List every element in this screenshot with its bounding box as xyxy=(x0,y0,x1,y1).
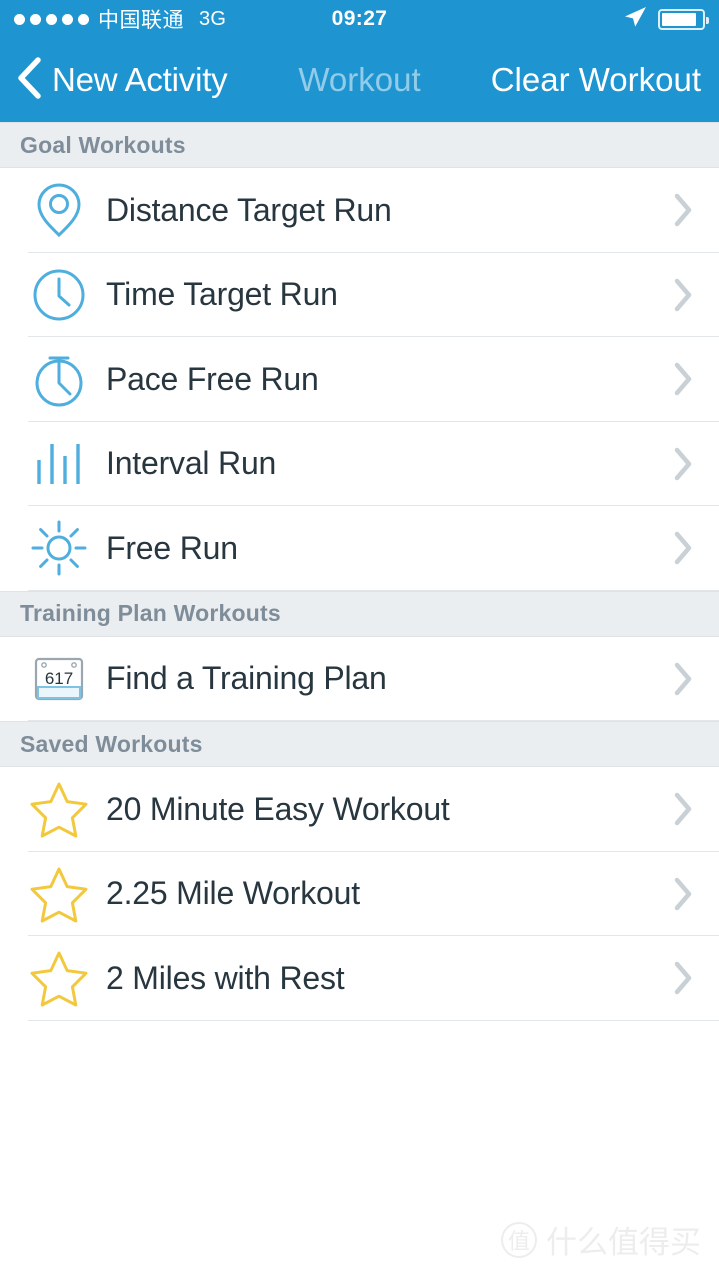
chevron-right-icon xyxy=(673,193,693,227)
star-icon xyxy=(28,949,90,1007)
watermark-text: 什么值得买 xyxy=(546,1225,701,1261)
goal-workouts-list: Distance Target Run Time Target Run Pace… xyxy=(0,168,719,591)
list-item-find-a-training-plan[interactable]: 617 Find a Training Plan xyxy=(0,636,719,721)
list-item-label: 2.25 Mile Workout xyxy=(106,875,360,912)
list-item-label: Interval Run xyxy=(106,445,277,482)
list-item-20-minute-easy-workout[interactable]: 20 Minute Easy Workout xyxy=(0,767,719,852)
calendar-day-number: 617 xyxy=(45,669,73,688)
chevron-right-icon xyxy=(673,362,693,396)
calendar-icon: 617 xyxy=(28,653,90,705)
clock-icon xyxy=(28,267,90,323)
status-bar-clock: 09:27 xyxy=(331,7,388,30)
chevron-right-icon xyxy=(673,662,693,696)
list-item-label: Pace Free Run xyxy=(106,360,319,397)
star-icon xyxy=(28,780,90,838)
list-item-interval-run[interactable]: Interval Run xyxy=(0,421,719,506)
navigation-bar: New Activity Workout Clear Workout xyxy=(0,38,719,122)
map-pin-icon xyxy=(28,181,90,239)
stopwatch-icon xyxy=(28,349,90,409)
list-item-distance-target-run[interactable]: Distance Target Run xyxy=(0,168,719,253)
interval-bars-icon xyxy=(28,438,90,490)
list-item-label: Find a Training Plan xyxy=(106,660,387,697)
status-bar: 中国联通 3G 09:27 xyxy=(0,0,719,38)
section-header-training-plan-workouts: Training Plan Workouts xyxy=(0,590,719,637)
list-item-2-25-mile-workout[interactable]: 2.25 Mile Workout xyxy=(0,851,719,936)
location-arrow-icon xyxy=(622,4,648,35)
list-item-label: 2 Miles with Rest xyxy=(106,959,345,996)
back-button[interactable]: New Activity xyxy=(0,56,228,105)
list-item-label: Distance Target Run xyxy=(106,191,392,228)
chevron-left-icon xyxy=(14,56,42,105)
training-plan-list: 617 Find a Training Plan xyxy=(0,636,719,721)
section-header-saved-workouts: Saved Workouts xyxy=(0,721,719,767)
list-item-label: Free Run xyxy=(106,529,238,566)
chevron-right-icon xyxy=(673,961,693,995)
app-screen: 中国联通 3G 09:27 New Activity Workout Clear… xyxy=(0,0,719,1280)
chevron-right-icon xyxy=(673,278,693,312)
battery-icon xyxy=(658,8,709,30)
list-item-2-miles-with-rest[interactable]: 2 Miles with Rest xyxy=(0,936,719,1021)
list-item-pace-free-run[interactable]: Pace Free Run xyxy=(0,337,719,422)
watermark: 值 什么值得买 xyxy=(501,1217,701,1262)
section-header-goal-workouts: Goal Workouts xyxy=(0,122,719,168)
chevron-right-icon xyxy=(673,792,693,826)
watermark-logo-icon: 值 xyxy=(501,1221,537,1258)
back-button-label: New Activity xyxy=(52,61,228,98)
status-bar-right xyxy=(622,4,709,35)
chevron-right-icon xyxy=(673,531,693,565)
sun-icon xyxy=(28,519,90,577)
saved-workouts-list: 20 Minute Easy Workout 2.25 Mile Workout xyxy=(0,767,719,1021)
chevron-right-icon xyxy=(673,877,693,911)
list-item-label: 20 Minute Easy Workout xyxy=(106,790,450,827)
list-item-label: Time Target Run xyxy=(106,276,338,313)
clear-workout-button[interactable]: Clear Workout xyxy=(491,61,719,99)
list-item-free-run[interactable]: Free Run xyxy=(0,506,719,591)
list-item-time-target-run[interactable]: Time Target Run xyxy=(0,252,719,337)
star-icon xyxy=(28,865,90,923)
chevron-right-icon xyxy=(673,447,693,481)
